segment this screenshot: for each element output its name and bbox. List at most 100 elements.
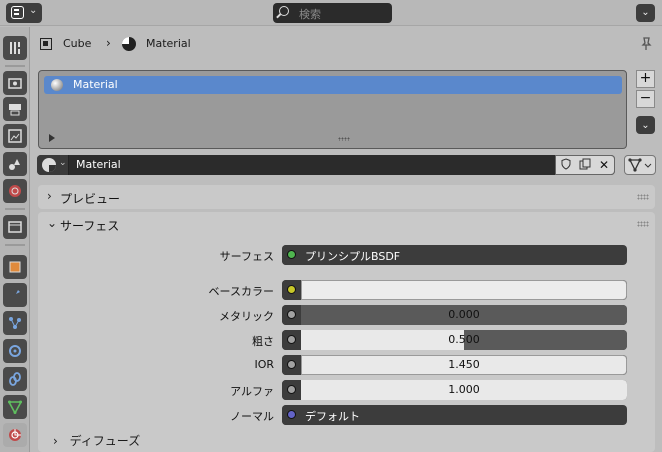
- slider-field[interactable]: 1.000: [282, 380, 627, 400]
- search-placeholder: 検索: [299, 8, 321, 21]
- panel-title: プレビュー: [60, 192, 121, 206]
- input-socket[interactable]: [282, 280, 301, 300]
- panel-title: サーフェス: [60, 219, 120, 233]
- chevron-right-icon: ›: [106, 36, 111, 50]
- drag-handle-icon[interactable]: [637, 221, 649, 227]
- add-slot-button[interactable]: +: [636, 70, 655, 88]
- tab-output[interactable]: [3, 97, 27, 121]
- normal-input[interactable]: デフォルト: [282, 405, 627, 425]
- list-item[interactable]: Material: [44, 76, 622, 94]
- socket-dot-icon: [287, 360, 296, 369]
- material-datablock-selector: ⌄ Material ✕: [37, 155, 615, 175]
- panel-title: ディフューズ: [69, 434, 141, 448]
- tab-tool[interactable]: [3, 36, 27, 60]
- input-socket[interactable]: [282, 355, 301, 375]
- material-slot-list[interactable]: Material: [38, 70, 627, 149]
- tab-separator: [5, 65, 25, 67]
- tab-constraints[interactable]: [3, 367, 27, 391]
- input-socket[interactable]: [282, 305, 301, 325]
- tab-render[interactable]: [3, 71, 27, 95]
- base-color-field[interactable]: [282, 280, 627, 300]
- chevron-down-icon: ⌄: [641, 7, 650, 18]
- editor-type-button[interactable]: ⌄: [6, 3, 42, 23]
- unlink-close-icon[interactable]: ✕: [596, 158, 612, 172]
- chevron-down-icon: ⌄: [47, 216, 58, 230]
- resize-grip-icon[interactable]: [338, 137, 350, 141]
- view-layer-tab-icon: [8, 129, 22, 143]
- tool-tab-icon: [10, 42, 20, 54]
- search-icon: [279, 6, 289, 16]
- field-value: 1.000: [448, 383, 480, 396]
- tab-object[interactable]: [3, 255, 27, 279]
- properties-editor-icon: [11, 6, 24, 19]
- field-value: デフォルト: [305, 410, 360, 423]
- diffuse-subpanel-header[interactable]: › ディフューズ: [53, 432, 140, 449]
- node-link-button[interactable]: [624, 155, 656, 175]
- property-label: ベースカラー: [208, 285, 274, 298]
- properties-header: ⌄ 検索 ⌄: [0, 0, 662, 26]
- remove-slot-button[interactable]: −: [636, 90, 655, 108]
- tab-collection[interactable]: [3, 215, 27, 239]
- panel-header[interactable]: › プレビュー: [38, 185, 655, 209]
- breadcrumb-object: Cube: [63, 37, 92, 50]
- drag-handle-icon[interactable]: [637, 194, 649, 200]
- scene-tab-icon: [9, 159, 20, 170]
- material-tab-icon: [9, 429, 21, 441]
- field-value: 0.000: [448, 308, 480, 321]
- color-swatch[interactable]: [301, 280, 627, 300]
- expand-filter-icon[interactable]: [49, 134, 55, 142]
- mesh-object-icon: [40, 38, 52, 50]
- options-dropdown-button[interactable]: ⌄: [636, 4, 655, 22]
- slider-field[interactable]: 0.500: [282, 330, 627, 350]
- browse-material-button[interactable]: ⌄: [37, 155, 69, 175]
- panel-header[interactable]: ⌄ サーフェス: [38, 212, 655, 236]
- tab-particles[interactable]: [3, 311, 27, 335]
- property-label: サーフェス: [219, 250, 274, 263]
- breadcrumb-material: Material: [146, 37, 191, 50]
- output-tab-icon: [9, 104, 21, 116]
- material-actions: ✕: [555, 155, 615, 175]
- surface-shader-selector[interactable]: プリンシプルBSDF: [282, 245, 627, 265]
- input-socket[interactable]: [282, 245, 301, 265]
- constraints-tab-icon: [9, 372, 21, 386]
- tab-world[interactable]: [3, 179, 27, 203]
- number-field[interactable]: 1.450: [282, 355, 627, 375]
- tab-material[interactable]: [3, 423, 27, 447]
- tab-modifiers[interactable]: [3, 283, 27, 307]
- chevron-right-icon: ›: [53, 434, 58, 448]
- chevron-right-icon: ›: [47, 189, 52, 203]
- input-socket[interactable]: [282, 330, 301, 350]
- socket-dot-icon: [287, 310, 296, 319]
- material-name-field[interactable]: Material: [76, 158, 121, 171]
- material-slot-label: Material: [73, 78, 118, 91]
- tab-data[interactable]: [3, 395, 27, 419]
- duplicate-icon[interactable]: [577, 158, 593, 172]
- search-input[interactable]: 検索: [273, 3, 392, 23]
- object-tab-icon: [9, 261, 21, 273]
- property-label: ノーマル: [230, 410, 274, 423]
- field-value: 1.450: [448, 358, 480, 371]
- tab-separator: [5, 208, 25, 210]
- slot-specials-button[interactable]: ⌄: [636, 116, 655, 134]
- material-icon: [42, 158, 56, 172]
- world-tab-icon: [9, 185, 21, 197]
- preview-panel[interactable]: › プレビュー: [38, 185, 655, 209]
- chevron-down-icon: ⌄: [59, 158, 67, 168]
- tab-physics[interactable]: [3, 339, 27, 363]
- socket-dot-icon: [287, 250, 296, 259]
- physics-tab-icon: [9, 345, 21, 357]
- tab-view-layer[interactable]: [3, 124, 27, 148]
- socket-dot-icon: [287, 410, 296, 419]
- tab-scene[interactable]: [3, 152, 27, 176]
- field-value: プリンシプルBSDF: [305, 250, 401, 263]
- fake-user-shield-icon[interactable]: [558, 158, 574, 172]
- properties-main: Cube › Material Material + − ⌄ ⌄ Materia…: [31, 27, 662, 452]
- render-tab-icon: [8, 78, 22, 89]
- pin-icon[interactable]: [639, 37, 653, 51]
- chevron-down-icon: ⌄: [29, 5, 38, 16]
- input-socket[interactable]: [282, 405, 301, 425]
- particles-tab-icon: [9, 317, 21, 329]
- input-socket[interactable]: [282, 380, 301, 400]
- data-tab-icon: [8, 400, 22, 414]
- slider-field[interactable]: 0.000: [282, 305, 627, 325]
